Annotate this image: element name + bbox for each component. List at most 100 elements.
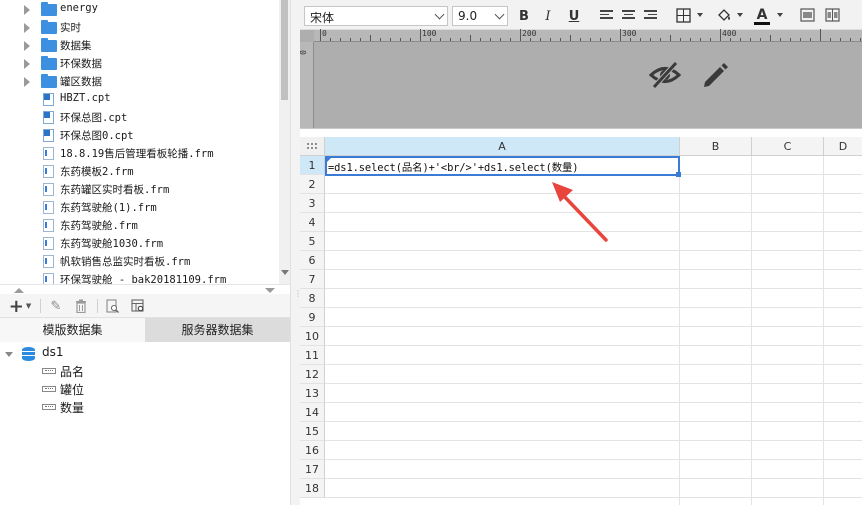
underline-button[interactable]: U (566, 7, 582, 25)
dataset-field-row[interactable]: 品名 (0, 362, 290, 380)
field-label: 数量 (60, 401, 85, 415)
row-header[interactable]: 6 (300, 251, 325, 270)
expanded-triangle-icon[interactable] (5, 352, 13, 357)
vertical-splitter[interactable]: ⋮ (290, 0, 302, 505)
ruler-tick (740, 38, 741, 41)
row-header[interactable]: 2 (300, 175, 325, 194)
scrollbar-thumb[interactable] (281, 0, 288, 100)
tree-folder-row[interactable]: 实时 (0, 19, 279, 37)
chevron-down-icon[interactable] (737, 13, 743, 17)
row-header[interactable]: 16 (300, 441, 325, 460)
file-tree-scrollbar[interactable] (279, 0, 290, 284)
row-header[interactable]: 5 (300, 232, 325, 251)
merge-cells-icon[interactable] (800, 8, 815, 22)
align-center-icon[interactable] (622, 10, 635, 21)
collapse-down-icon[interactable] (265, 288, 275, 293)
expand-arrow-icon[interactable] (24, 77, 30, 87)
preview-dataset-button[interactable] (104, 298, 120, 314)
column-header-c[interactable]: C (752, 137, 824, 156)
tree-file-row[interactable]: 东药驾驶舱1030.frm (0, 235, 279, 253)
dataset-field-row[interactable]: 罐位 (0, 380, 290, 398)
row-header[interactable]: 17 (300, 460, 325, 479)
select-all-corner[interactable] (300, 137, 325, 156)
row-header[interactable]: 7 (300, 270, 325, 289)
dataset-params-button[interactable] (130, 298, 146, 314)
tree-folder-row[interactable]: energy (0, 1, 279, 19)
column-header-a[interactable]: A (325, 137, 680, 156)
row-header[interactable]: 12 (300, 365, 325, 384)
column-header-b[interactable]: B (680, 137, 752, 156)
font-color-button[interactable]: A (754, 7, 770, 25)
edit-dataset-button[interactable]: ✎ (48, 298, 64, 314)
font-size-select[interactable]: 9.0 (452, 6, 508, 26)
row-header[interactable]: 14 (300, 403, 325, 422)
row-header[interactable]: 1 (300, 156, 325, 175)
italic-button[interactable]: I (540, 7, 556, 25)
tree-folder-row[interactable]: 数据集 (0, 37, 279, 55)
bold-button[interactable]: B (516, 7, 532, 25)
plus-icon: + (8, 295, 24, 317)
chevron-down-icon[interactable] (777, 13, 783, 17)
folder-icon (41, 38, 57, 52)
tree-file-row[interactable]: 东药驾驶舱(1).frm (0, 199, 279, 217)
row-header[interactable]: 13 (300, 384, 325, 403)
ruler-tick (360, 38, 361, 41)
expand-arrow-icon[interactable] (24, 59, 30, 69)
ruler-tick (400, 38, 401, 41)
tree-file-row[interactable]: 环保总图.cpt (0, 109, 279, 127)
cell-a1-formula: =ds1.select(品名)+'<br/>'+ds1.select(数量) (328, 162, 579, 174)
row-header[interactable]: 4 (300, 213, 325, 232)
delete-dataset-button[interactable] (73, 298, 89, 314)
chevron-down-icon[interactable] (697, 13, 703, 17)
tree-item-label: 东药模板2.frm (60, 166, 134, 178)
cell-a1[interactable]: =ds1.select(品名)+'<br/>'+ds1.select(数量) (325, 156, 681, 177)
row-header[interactable]: 18 (300, 479, 325, 498)
expand-arrow-icon[interactable] (24, 5, 30, 15)
ruler-tick (710, 38, 711, 41)
tree-file-row[interactable]: 东药模板2.frm (0, 163, 279, 181)
annotation-arrow-icon (552, 182, 608, 242)
expand-arrow-icon[interactable] (24, 23, 30, 33)
row-header[interactable]: 15 (300, 422, 325, 441)
ruler-tick (520, 29, 521, 41)
tree-file-row[interactable]: 18.8.19售后管理看板轮播.frm (0, 145, 279, 163)
ruler-tick (540, 38, 541, 41)
pencil-icon[interactable] (700, 60, 730, 90)
ruler-tick (350, 38, 351, 41)
dataset-field-row[interactable]: 数量 (0, 398, 290, 416)
tab-template-datasets[interactable]: 模版数据集 (0, 318, 145, 342)
fill-color-icon[interactable] (716, 7, 732, 23)
row-header[interactable]: 3 (300, 194, 325, 213)
ruler-tick (410, 38, 411, 41)
align-right-icon[interactable] (644, 10, 657, 21)
row-header[interactable]: 8 (300, 289, 325, 308)
row-header[interactable]: 9 (300, 308, 325, 327)
tree-file-row[interactable]: 帆软销售总监实时看板.frm (0, 253, 279, 271)
add-dataset-button[interactable]: + ▼ (6, 295, 34, 317)
tab-server-datasets[interactable]: 服务器数据集 (145, 318, 290, 342)
dataset-node-ds1[interactable]: ds1 (0, 344, 290, 362)
tree-file-row[interactable]: 东药罐区实时看板.frm (0, 181, 279, 199)
tree-file-row[interactable]: 环保驾驶舱 - bak20181109.frm (0, 271, 279, 284)
tree-folder-row[interactable]: 罐区数据 (0, 73, 279, 91)
fill-handle[interactable] (676, 172, 681, 177)
column-header-d[interactable]: D (824, 137, 862, 156)
collapse-up-icon[interactable] (14, 288, 24, 293)
eye-slash-icon[interactable] (648, 60, 682, 90)
split-cells-icon[interactable] (825, 8, 840, 22)
tree-file-row[interactable]: 环保总图0.cpt (0, 127, 279, 145)
expand-arrow-icon[interactable] (24, 41, 30, 51)
ruler-label: 100 (422, 29, 437, 38)
scroll-down-icon[interactable] (281, 270, 289, 275)
tree-file-row[interactable]: HBZT.cpt (0, 91, 279, 109)
ruler-tick (580, 38, 581, 41)
font-family-select[interactable]: 宋体 (304, 6, 448, 26)
row-header[interactable]: 10 (300, 327, 325, 346)
border-icon[interactable] (676, 8, 691, 23)
table-search-icon (131, 299, 144, 312)
tree-folder-row[interactable]: 环保数据 (0, 55, 279, 73)
tree-file-row[interactable]: 东药驾驶舱.frm (0, 217, 279, 235)
panel-splitter[interactable] (0, 284, 290, 294)
align-left-icon[interactable] (600, 10, 613, 21)
row-header[interactable]: 11 (300, 346, 325, 365)
